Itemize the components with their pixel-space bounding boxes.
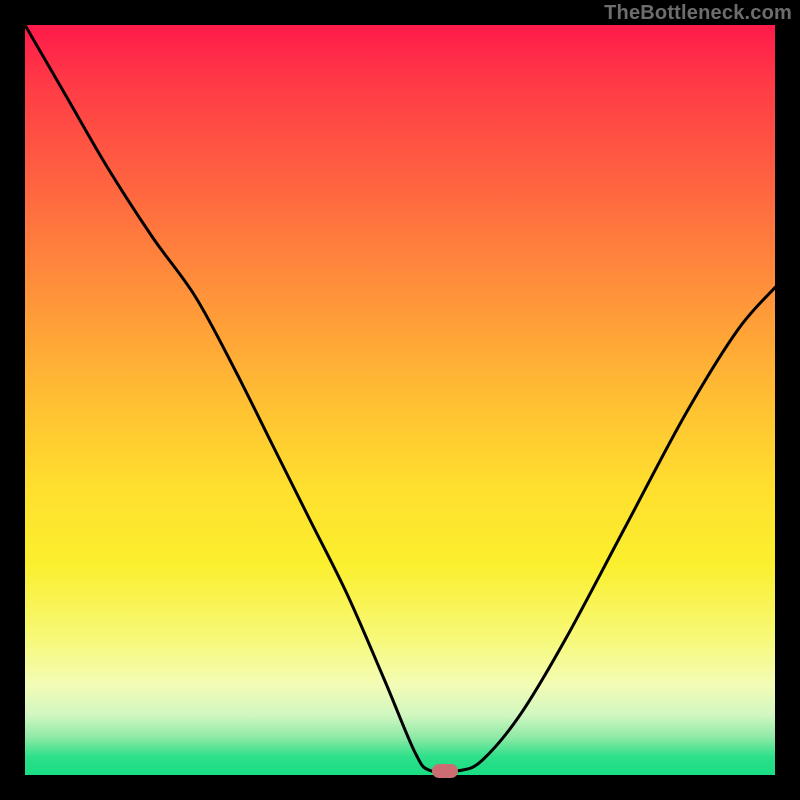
optimum-marker [432, 764, 458, 778]
bottleneck-curve [0, 0, 800, 800]
outer-frame: TheBottleneck.com [0, 0, 800, 800]
watermark-text: TheBottleneck.com [604, 2, 792, 25]
